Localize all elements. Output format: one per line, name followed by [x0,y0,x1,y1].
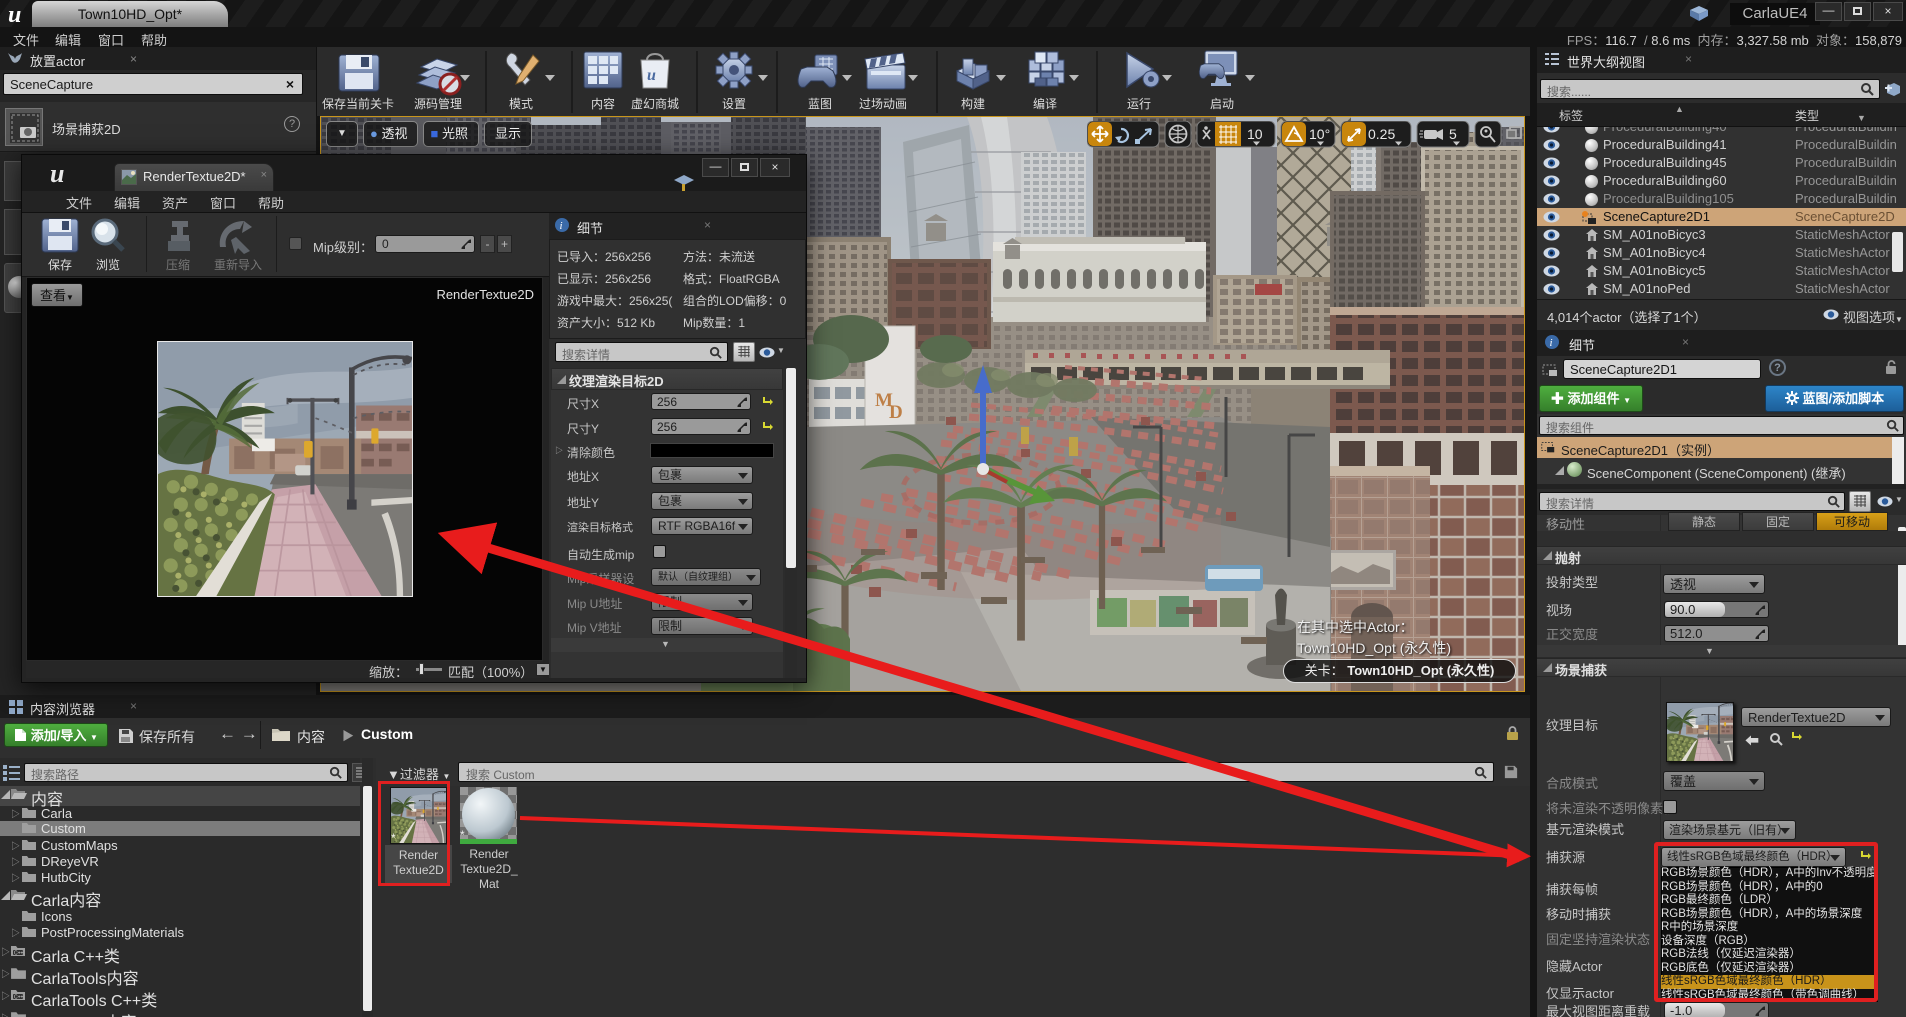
svg-text:C++: C++ [14,995,24,1001]
svg-text:i: i [1550,337,1553,349]
svg-text:u: u [647,67,656,84]
svg-text:10: 10 [1247,126,1263,142]
svg-text:u: u [8,2,21,26]
svg-text:5: 5 [1449,126,1457,142]
svg-text:C++: C++ [14,951,24,957]
svg-text:i: i [560,220,563,232]
svg-text:10°: 10° [1309,126,1330,142]
svg-text:u: u [50,159,64,187]
svg-text:0.25: 0.25 [1368,126,1395,142]
